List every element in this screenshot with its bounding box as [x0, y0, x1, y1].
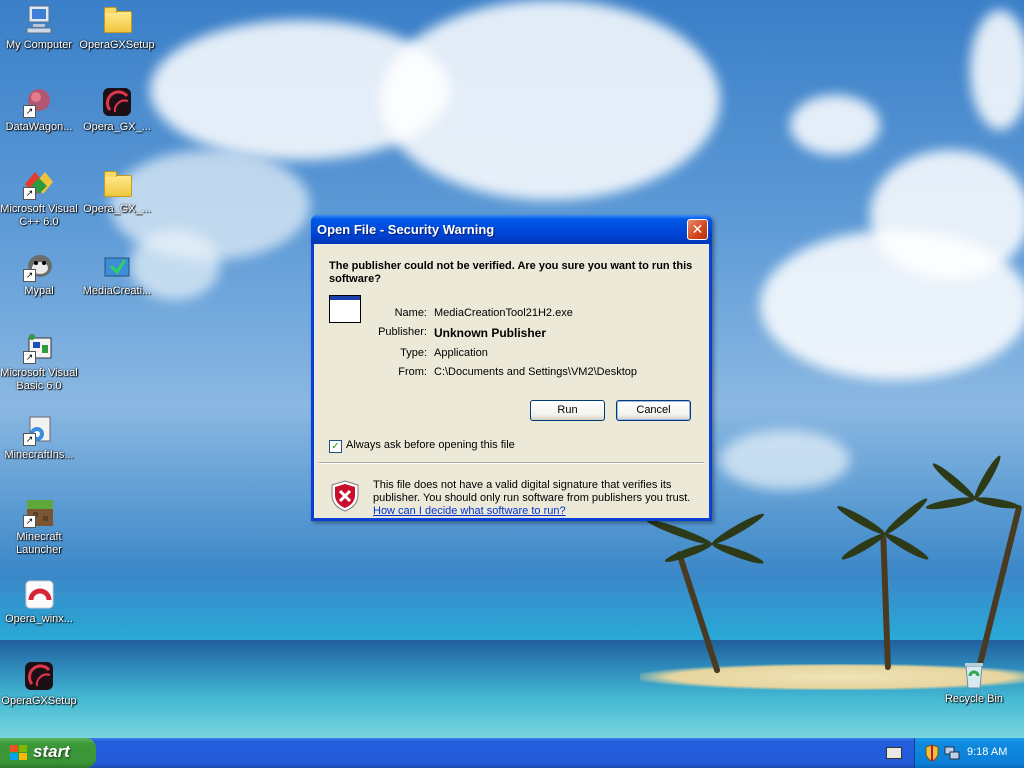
- shortcut-arrow-icon: ↗: [23, 351, 36, 364]
- security-shield-icon[interactable]: [925, 744, 939, 767]
- from-label: From:: [398, 366, 427, 378]
- opera-installer-icon: [23, 578, 55, 610]
- name-label: Name:: [394, 307, 427, 319]
- warning-message: This file does not have a valid digital …: [373, 479, 691, 504]
- shortcut-arrow-icon: ↗: [23, 187, 36, 200]
- cancel-button[interactable]: Cancel: [616, 400, 691, 421]
- divider: [319, 462, 704, 464]
- visual-cpp-icon: ↗: [23, 168, 55, 200]
- cloud: [760, 230, 1024, 380]
- shortcut-arrow-icon: ↗: [23, 433, 36, 446]
- dialog-body: The publisher could not be verified. Are…: [314, 244, 709, 518]
- palm-frond: [925, 495, 976, 512]
- opera-gx-icon: [23, 660, 55, 692]
- opera-gx-icon: [101, 86, 133, 118]
- desktop-icon-datawagon[interactable]: ↗ DataWagon...: [0, 86, 78, 134]
- field-from: From: C:\Documents and Settings\VM2\Desk…: [398, 366, 637, 378]
- always-ask-label: Always ask before opening this file: [346, 439, 515, 451]
- field-type: Type: Application: [400, 347, 488, 359]
- palm-frond: [710, 510, 766, 548]
- shortcut-arrow-icon: ↗: [23, 269, 36, 282]
- desktop-icon-my-computer[interactable]: My Computer: [0, 4, 78, 52]
- warning-headline: The publisher could not be verified. Are…: [329, 260, 693, 285]
- dialog-titlebar[interactable]: Open File - Security Warning ✕: [311, 215, 712, 244]
- type-value: Application: [434, 347, 488, 359]
- clock[interactable]: 9:18 AM: [967, 746, 1007, 758]
- mypal-icon: ↗: [23, 250, 55, 282]
- desktop-icon-opera-gx-1[interactable]: Opera_GX_...: [78, 86, 156, 134]
- field-name: Name: MediaCreationTool21H2.exe: [395, 307, 573, 319]
- palm-frond: [930, 460, 978, 503]
- publisher-value: Unknown Publisher: [434, 326, 547, 340]
- signature-warning-text: This file does not have a valid digital …: [373, 479, 693, 518]
- installer-icon: ↗: [23, 414, 55, 446]
- run-button[interactable]: Run: [530, 400, 605, 421]
- computer-icon: [23, 4, 55, 36]
- close-button[interactable]: ✕: [687, 219, 708, 240]
- shortcut-arrow-icon: ↗: [23, 515, 36, 528]
- shield-warning-icon: [331, 480, 359, 512]
- windows-flag-icon: [10, 745, 28, 761]
- desktop-icon-mypal[interactable]: ↗ Mypal: [0, 250, 78, 298]
- visual-basic-icon: ↗: [23, 332, 55, 364]
- system-tray: 9:18 AM: [914, 738, 1024, 768]
- palm-frond: [974, 495, 1021, 511]
- cloud: [720, 430, 850, 490]
- cloud: [790, 95, 880, 155]
- palm-frond: [835, 503, 887, 538]
- folder-icon: [101, 168, 133, 200]
- network-icon[interactable]: [944, 745, 960, 766]
- help-link[interactable]: How can I decide what software to run?: [373, 505, 693, 518]
- desktop-icon-mediacreation[interactable]: MediaCreati...: [78, 250, 156, 298]
- desktop: My Computer ↗ DataWagon... ↗ Microsoft V…: [0, 0, 1024, 738]
- palm-frond: [663, 540, 714, 565]
- shortcut-arrow-icon: ↗: [23, 105, 36, 118]
- minecraft-icon: ↗: [23, 496, 55, 528]
- desktop-icon-visual-cpp[interactable]: ↗ Microsoft Visual C++ 6.0: [0, 168, 78, 229]
- desktop-icon-opera-winx[interactable]: Opera_winx...: [0, 578, 78, 626]
- palm-frond: [971, 453, 1004, 501]
- desktop-icon-minecraft-launcher[interactable]: ↗ Minecraft Launcher: [0, 496, 78, 557]
- always-ask-checkbox[interactable]: ✓: [329, 440, 342, 453]
- keyboard-icon[interactable]: [886, 747, 902, 759]
- type-label: Type:: [400, 347, 427, 359]
- desktop-icon-operagxsetup-folder[interactable]: OperaGXSetup: [78, 4, 156, 52]
- desktop-icon-recycle-bin[interactable]: Recycle Bin: [935, 658, 1013, 706]
- cloud: [970, 10, 1024, 130]
- recycle-bin-icon: [958, 658, 990, 690]
- desktop-icon-opera-gx-folder[interactable]: Opera_GX_...: [78, 168, 156, 216]
- desktop-icon-visual-basic[interactable]: ↗ Microsoft Visual Basic 6.0: [0, 332, 78, 393]
- palm-frond: [883, 530, 931, 563]
- taskbar: start 9:18 AM: [0, 738, 1024, 768]
- desktop-icon-minecraft-installer[interactable]: ↗ MinecraftIns...: [0, 414, 78, 462]
- close-icon: ✕: [691, 221, 704, 237]
- palm-frond: [882, 495, 930, 538]
- datawagon-icon: ↗: [23, 86, 55, 118]
- media-creation-icon: [101, 250, 133, 282]
- folder-icon: [101, 4, 133, 36]
- security-warning-dialog: Open File - Security Warning ✕ The publi…: [311, 215, 712, 521]
- desktop-icon-operagxsetup-2[interactable]: OperaGXSetup: [0, 660, 78, 708]
- name-value: MediaCreationTool21H2.exe: [434, 307, 573, 319]
- start-label: start: [33, 742, 70, 761]
- dialog-title: Open File - Security Warning: [317, 222, 495, 237]
- cloud: [380, 0, 720, 200]
- palm-frond: [710, 540, 766, 567]
- publisher-label: Publisher:: [378, 326, 427, 338]
- field-publisher: Publisher: Unknown Publisher: [378, 326, 547, 340]
- from-value: C:\Documents and Settings\VM2\Desktop: [434, 366, 637, 378]
- start-button[interactable]: start: [0, 738, 96, 768]
